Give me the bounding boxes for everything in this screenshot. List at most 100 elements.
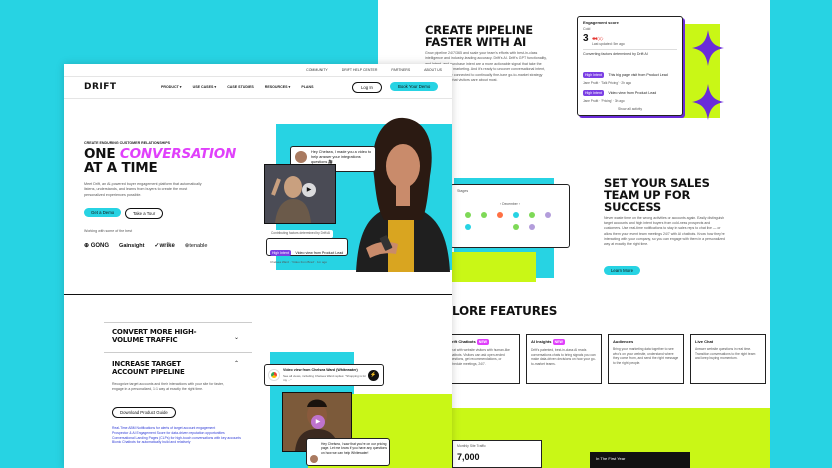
wrike-logo: ✓wrike bbox=[154, 243, 175, 249]
gong-logo: ⊕ GONG bbox=[84, 243, 110, 249]
card-subtitle: Cold bbox=[583, 27, 591, 31]
book-demo-button[interactable]: Book Your Demo bbox=[390, 82, 439, 91]
take-tour-button[interactable]: Take a Tour bbox=[125, 208, 164, 219]
calendar-dot bbox=[481, 212, 487, 218]
reply-message-text: Hey Chelsea, I saw that you're on our pr… bbox=[321, 442, 387, 455]
score-value: 3 bbox=[583, 33, 589, 44]
feature-name: AI Insights bbox=[531, 339, 552, 344]
logo-text: tenable bbox=[189, 242, 208, 249]
accordion-title-traffic[interactable]: CONVERT MORE HIGH-VOLUME TRAFFIC bbox=[112, 328, 212, 344]
high-intent-badge: High Intent bbox=[583, 90, 604, 96]
video-view-text: Video view from Product Lead bbox=[295, 251, 344, 255]
reply-chat-bubble: Hey Chelsea, I saw that you're on our pr… bbox=[306, 438, 390, 466]
traffic-input[interactable]: Monthly Site Traffic 7,000 bbox=[452, 440, 542, 468]
notification-title: Video view from Chelsea Ward (Whitewater… bbox=[283, 368, 358, 372]
first-year-label: In The First Year bbox=[590, 452, 690, 468]
sales-body: Never waste time on the wrong activities… bbox=[604, 216, 725, 247]
calendar-dot bbox=[529, 212, 535, 218]
avatar bbox=[295, 151, 307, 163]
divider bbox=[104, 352, 252, 353]
month-label: December bbox=[502, 202, 518, 206]
calendar-dot bbox=[545, 212, 551, 218]
tenable-logo: ⊗tenable bbox=[184, 242, 208, 249]
chat-message-text: Hey Chelsea, I made you a video to help … bbox=[311, 150, 372, 164]
feature-desc: Answer website questions in real time. T… bbox=[695, 347, 756, 361]
section-divider bbox=[64, 294, 452, 295]
accordion-body: Recognize target accounts and their inte… bbox=[112, 382, 224, 391]
explore-features-title: LORE FEATURES bbox=[452, 304, 558, 318]
feature-desc: Bring your marketing data together to se… bbox=[613, 347, 679, 365]
topnav-link[interactable]: COMMUNITY bbox=[306, 68, 328, 72]
sparkle-decoration-icon bbox=[692, 30, 724, 120]
nav-label: USE CASES bbox=[192, 85, 214, 89]
feature-card[interactable]: Drift Chatbots NEW Chat with website vis… bbox=[444, 334, 520, 384]
calendar-title: Stages bbox=[457, 189, 469, 193]
play-icon[interactable]: ▶ bbox=[302, 183, 316, 197]
drift-bolt-icon: ⚡ bbox=[368, 370, 379, 381]
show-all-activity-link[interactable]: Show all activity bbox=[578, 107, 682, 113]
chrome-icon bbox=[269, 370, 279, 380]
front-page-screenshot: COMMUNITY DRIFT HELP CENTER PARTNERS ABO… bbox=[64, 64, 452, 468]
notification-subtitle: See all views, including Chelsea Ward re… bbox=[283, 374, 367, 382]
nav-resources[interactable]: RESOURCES ▾ bbox=[265, 85, 291, 89]
high-intent-badge: High Intent bbox=[583, 72, 604, 78]
calendar-dot bbox=[465, 212, 471, 218]
video-thumbnail[interactable]: ▶ bbox=[264, 164, 336, 224]
nav-plans[interactable]: PLANS bbox=[301, 85, 313, 89]
feature-card[interactable]: Live Chat Answer website questions in re… bbox=[690, 334, 766, 384]
topnav-link[interactable]: PARTNERS bbox=[391, 68, 410, 72]
calendar-dot bbox=[465, 224, 471, 230]
calendar-dot bbox=[497, 224, 503, 230]
chevron-down-icon[interactable]: ⌄ bbox=[234, 334, 239, 341]
traffic-label: Monthly Site Traffic bbox=[457, 444, 486, 448]
divider bbox=[583, 49, 677, 50]
engagement-score-card: Engagement score Cold 3 ♦♦♦◇◇ Last updat… bbox=[577, 16, 683, 116]
login-button[interactable]: Log In bbox=[352, 82, 382, 93]
feature-card[interactable]: Audiences Bring your marketing data toge… bbox=[608, 334, 684, 384]
activity-text: This big page visit from Product Lead bbox=[608, 73, 668, 77]
new-badge: NEW bbox=[552, 339, 565, 345]
calendar-card: Stages ‹ December › bbox=[450, 184, 570, 248]
logo-text: GONG bbox=[90, 243, 110, 249]
download-guide-button[interactable]: Download Product Guide bbox=[112, 407, 176, 418]
topnav-link[interactable]: ABOUT US bbox=[424, 68, 442, 72]
calendar-month: ‹ December › bbox=[500, 202, 520, 206]
logos-label: Working with some of the best bbox=[84, 229, 133, 233]
hero-headline: ONE CONVERSATION AT A TIME bbox=[84, 147, 236, 175]
nav-label: RESOURCES bbox=[264, 85, 288, 89]
get-demo-button[interactable]: Get a Demo bbox=[84, 208, 122, 217]
feature-desc: Drift's patented, best-in-class AI reads… bbox=[531, 348, 596, 366]
feature-links: Real-Time ABM Notifications for alerts o… bbox=[112, 426, 242, 445]
link-text: Bionic Chatbots for automatically build … bbox=[112, 440, 191, 445]
divider bbox=[64, 98, 452, 99]
calendar-dot bbox=[513, 224, 519, 230]
nav-use-cases[interactable]: USE CASES ▾ bbox=[193, 85, 217, 89]
ai-hint: Contributing factors determined by Drift… bbox=[268, 230, 334, 238]
hero-title: CREATE PIPELINE FASTER WITH AI bbox=[425, 24, 533, 48]
chevron-up-icon[interactable]: ⌃ bbox=[234, 360, 239, 367]
nav-case-studies[interactable]: CASE STUDIES bbox=[227, 85, 254, 89]
main-nav: PRODUCT ▾ USE CASES ▾ CASE STUDIES RESOU… bbox=[161, 85, 314, 89]
top-utility-nav: COMMUNITY DRIFT HELP CENTER PARTNERS ABO… bbox=[306, 68, 442, 72]
drift-logo[interactable]: DRIFT bbox=[84, 82, 117, 92]
last-updated: Last updated: 5m ago bbox=[592, 42, 625, 46]
hero-lede: Meet Drift, an AI-powered buyer engageme… bbox=[84, 182, 202, 197]
feature-link[interactable]: Bionic Chatbots for automatically build … bbox=[112, 440, 242, 445]
features-row: Drift Chatbots NEW Chat with website vis… bbox=[444, 334, 766, 384]
nav-product[interactable]: PRODUCT ▾ bbox=[161, 85, 182, 89]
feature-name: Drift Chatbots bbox=[449, 339, 476, 344]
avatar bbox=[310, 455, 318, 463]
feature-card[interactable]: AI Insights NEW Drift's patented, best-i… bbox=[526, 334, 602, 384]
accordion-title-pipeline[interactable]: INCREASE TARGET ACCOUNT PIPELINE bbox=[112, 360, 185, 376]
hero-eyebrow: CREATE ENDURING CUSTOMER RELATIONSHIPS bbox=[84, 141, 171, 145]
sales-title: SET YOUR SALES TEAM UP FOR SUCCESS bbox=[604, 177, 710, 213]
play-icon[interactable]: ▶ bbox=[311, 415, 325, 429]
feature-name: Audiences bbox=[613, 339, 634, 344]
customer-logos: ⊕ GONG Gainsight ✓wrike ⊗tenable bbox=[84, 242, 208, 250]
high-intent-badge: High Intent bbox=[270, 250, 291, 256]
calendar-dots-row bbox=[465, 212, 551, 218]
link-text: Real-Time ABM Notifications for alerts o… bbox=[112, 426, 216, 430]
learn-more-button[interactable]: Learn More bbox=[604, 266, 640, 275]
link-text: Prospector & AI Engagement Score for dat… bbox=[112, 430, 225, 435]
topnav-link[interactable]: DRIFT HELP CENTER bbox=[342, 68, 378, 72]
